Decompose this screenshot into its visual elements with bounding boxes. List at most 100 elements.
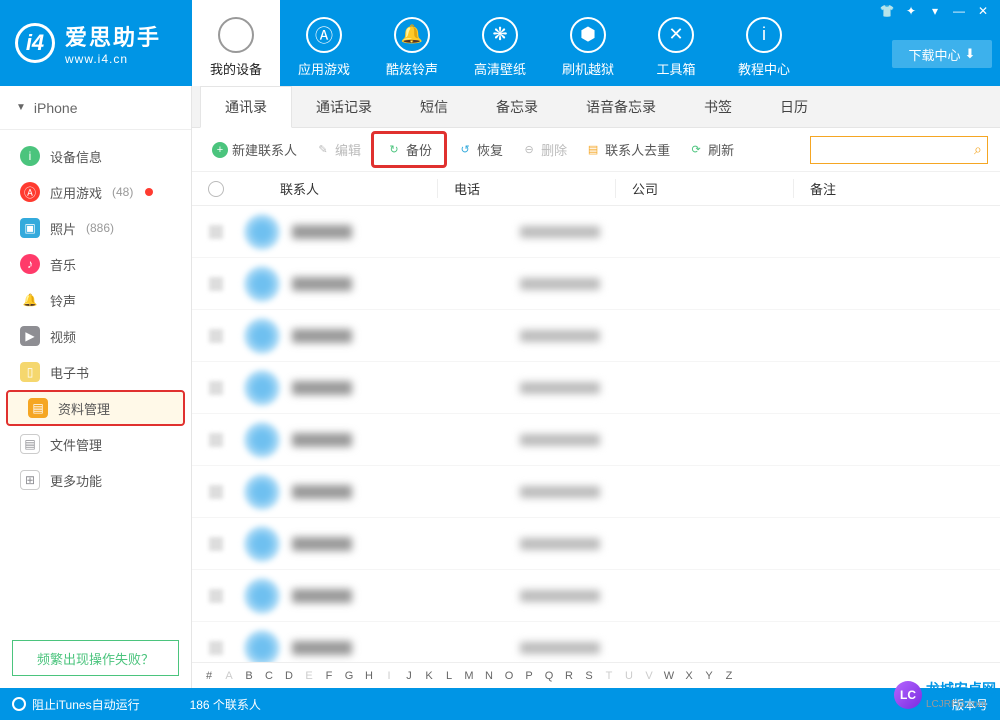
- backup-icon: ↻: [386, 142, 402, 158]
- sidebar-item-ringtones[interactable]: 🔔 铃声: [0, 282, 191, 318]
- header-phone[interactable]: 电话: [438, 179, 616, 198]
- sidebar-item-data-management[interactable]: ▤ 资料管理: [6, 390, 185, 426]
- tab-bookmarks[interactable]: 书签: [680, 87, 756, 127]
- alpha-letter[interactable]: O: [500, 670, 518, 682]
- alpha-index: #ABCDEFGHIJKLMNOPQRSTUVWXYZ: [192, 662, 1000, 688]
- header-contact[interactable]: 联系人: [240, 179, 438, 198]
- alpha-letter[interactable]: I: [380, 670, 398, 682]
- alpha-letter[interactable]: T: [600, 670, 618, 682]
- table-row[interactable]: [192, 518, 1000, 570]
- sidebar-item-music[interactable]: ♪ 音乐: [0, 246, 191, 282]
- menu-icon[interactable]: ▾: [926, 4, 944, 18]
- table-row[interactable]: [192, 258, 1000, 310]
- search-box[interactable]: ⌕: [810, 136, 988, 164]
- download-icon: ⬇: [965, 46, 976, 62]
- nav-ringtones[interactable]: 🔔 酷炫铃声: [368, 0, 456, 86]
- refresh-button[interactable]: ⟳ 刷新: [680, 136, 742, 163]
- tab-sms[interactable]: 短信: [396, 87, 472, 127]
- edit-button[interactable]: ✎ 编辑: [307, 136, 369, 163]
- restore-button[interactable]: ↺ 恢复: [449, 136, 511, 163]
- settings-icon[interactable]: ✦: [902, 4, 920, 18]
- itunes-toggle[interactable]: 阻止iTunes自动运行: [12, 696, 140, 713]
- alpha-letter[interactable]: X: [680, 670, 698, 682]
- delete-button[interactable]: ⊖ 删除: [513, 136, 575, 163]
- info-icon: i: [746, 17, 782, 53]
- tab-calendar[interactable]: 日历: [756, 87, 832, 127]
- device-header[interactable]: ▼ iPhone: [0, 86, 191, 130]
- nav-wallpapers[interactable]: ❋ 高清壁纸: [456, 0, 544, 86]
- sidebar-item-files[interactable]: ▤ 文件管理: [0, 426, 191, 462]
- skin-icon[interactable]: 👕: [878, 4, 896, 18]
- table-row[interactable]: [192, 622, 1000, 662]
- sidebar-item-more[interactable]: ⊞ 更多功能: [0, 462, 191, 498]
- tool-label: 新建联系人: [232, 140, 297, 159]
- alpha-letter[interactable]: R: [560, 670, 578, 682]
- alpha-letter[interactable]: C: [260, 670, 278, 682]
- select-all[interactable]: [192, 181, 240, 197]
- app-icon: Ⓐ: [20, 182, 40, 202]
- nav-jailbreak[interactable]: ⬢ 刷机越狱: [544, 0, 632, 86]
- alpha-letter[interactable]: P: [520, 670, 538, 682]
- table-row[interactable]: [192, 206, 1000, 258]
- contact-phone: [520, 538, 600, 550]
- alpha-letter[interactable]: H: [360, 670, 378, 682]
- alpha-letter[interactable]: G: [340, 670, 358, 682]
- contact-name: [292, 329, 352, 343]
- alpha-letter[interactable]: D: [280, 670, 298, 682]
- new-contact-button[interactable]: + 新建联系人: [204, 136, 305, 163]
- checkbox-icon: [209, 537, 223, 551]
- table-row[interactable]: [192, 570, 1000, 622]
- tab-voicememo[interactable]: 语音备忘录: [562, 87, 680, 127]
- alpha-letter[interactable]: A: [220, 670, 238, 682]
- sidebar-item-video[interactable]: ▶ 视频: [0, 318, 191, 354]
- tab-calls[interactable]: 通话记录: [292, 87, 396, 127]
- sidebar-item-photos[interactable]: ▣ 照片 (886): [0, 210, 191, 246]
- alpha-letter[interactable]: U: [620, 670, 638, 682]
- alpha-letter[interactable]: E: [300, 670, 318, 682]
- alpha-letter[interactable]: Q: [540, 670, 558, 682]
- alpha-letter[interactable]: L: [440, 670, 458, 682]
- close-icon[interactable]: ✕: [974, 4, 992, 18]
- alpha-letter[interactable]: Y: [700, 670, 718, 682]
- search-icon[interactable]: ⌕: [974, 141, 982, 158]
- table-row[interactable]: [192, 466, 1000, 518]
- header-company[interactable]: 公司: [616, 179, 794, 198]
- alpha-letter[interactable]: #: [200, 670, 218, 682]
- sidebar-item-ebook[interactable]: ▯ 电子书: [0, 354, 191, 390]
- dedupe-button[interactable]: ▤ 联系人去重: [577, 136, 678, 163]
- nav-label: 应用游戏: [298, 59, 350, 78]
- tool-label: 恢复: [477, 140, 503, 159]
- alpha-letter[interactable]: B: [240, 670, 258, 682]
- alpha-letter[interactable]: F: [320, 670, 338, 682]
- avatar: [244, 370, 280, 406]
- contact-name: [292, 537, 352, 551]
- search-input[interactable]: [819, 143, 974, 157]
- header-note[interactable]: 备注: [794, 179, 1000, 198]
- backup-button[interactable]: ↻ 备份: [371, 131, 447, 168]
- sidebar-item-apps[interactable]: Ⓐ 应用游戏 (48): [0, 174, 191, 210]
- alpha-letter[interactable]: Z: [720, 670, 738, 682]
- download-center-button[interactable]: 下载中心 ⬇: [892, 40, 992, 68]
- table-row[interactable]: [192, 362, 1000, 414]
- table-body[interactable]: [192, 206, 1000, 662]
- sidebar-label: 更多功能: [50, 471, 102, 490]
- alpha-letter[interactable]: K: [420, 670, 438, 682]
- alpha-letter[interactable]: W: [660, 670, 678, 682]
- alpha-letter[interactable]: N: [480, 670, 498, 682]
- nav-toolbox[interactable]: ✕ 工具箱: [632, 0, 720, 86]
- nav-apps[interactable]: Ⓐ 应用游戏: [280, 0, 368, 86]
- tab-notes[interactable]: 备忘录: [472, 87, 562, 127]
- tab-contacts[interactable]: 通讯录: [200, 86, 292, 128]
- watermark: LC 龙城安卓网 LCJRFG.com: [894, 679, 996, 710]
- help-button[interactable]: 频繁出现操作失败？: [12, 640, 179, 676]
- alpha-letter[interactable]: V: [640, 670, 658, 682]
- nav-my-device[interactable]: 我的设备: [192, 0, 280, 86]
- nav-tutorials[interactable]: i 教程中心: [720, 0, 808, 86]
- sidebar-item-info[interactable]: i 设备信息: [0, 138, 191, 174]
- alpha-letter[interactable]: S: [580, 670, 598, 682]
- minimize-icon[interactable]: —: [950, 4, 968, 18]
- alpha-letter[interactable]: M: [460, 670, 478, 682]
- alpha-letter[interactable]: J: [400, 670, 418, 682]
- table-row[interactable]: [192, 310, 1000, 362]
- table-row[interactable]: [192, 414, 1000, 466]
